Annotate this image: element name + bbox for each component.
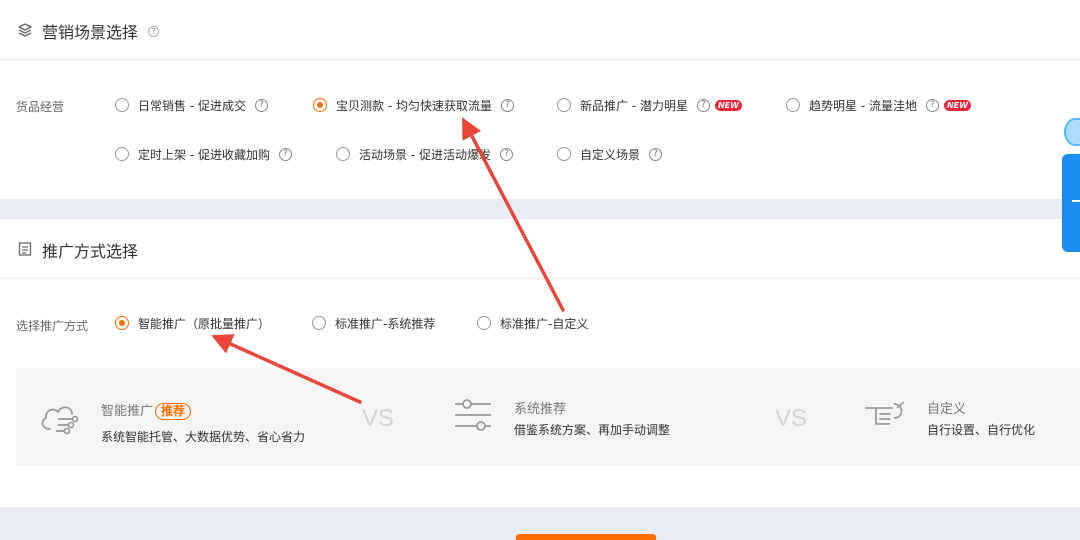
question-icon[interactable]: ? bbox=[696, 98, 710, 112]
scene-section-title: 营销场景选择 bbox=[42, 23, 139, 42]
document-icon bbox=[18, 242, 32, 256]
assistant-bubble-icon[interactable] bbox=[1064, 118, 1080, 146]
sliders-icon bbox=[455, 399, 491, 431]
scene-option-scheduled-launch[interactable]: 定时上架 - 促进收藏加购 ? bbox=[115, 144, 292, 164]
method-option-smart[interactable]: 智能推广（原批量推广） bbox=[115, 313, 270, 333]
method-section-header: 推广方式选择 bbox=[0, 219, 1080, 279]
scene-option-label: 定时上架 - 促进收藏加购 bbox=[138, 147, 270, 162]
scene-option-label: 新品推广 - 潜力明星 bbox=[580, 98, 688, 113]
custom-title: 自定义 bbox=[927, 402, 967, 417]
scene-option-daily-sales[interactable]: 日常销售 - 促进成交 ? bbox=[115, 95, 268, 115]
scene-option-label: 趋势明星 - 流量洼地 bbox=[809, 98, 917, 113]
radio-new-product[interactable] bbox=[557, 98, 571, 112]
layers-icon bbox=[18, 23, 32, 37]
smart-promo-title-text: 智能推广 bbox=[101, 404, 154, 419]
scene-section-header: 营销场景选择 ? bbox=[0, 0, 1080, 60]
scene-option-label: 自定义场景 bbox=[580, 147, 641, 162]
radio-item-test[interactable] bbox=[313, 98, 327, 112]
question-icon[interactable]: ? bbox=[925, 98, 939, 112]
scene-option-activity[interactable]: 活动场景 - 促进活动爆发 ? bbox=[336, 144, 513, 164]
goods-row-label: 货品经营 bbox=[16, 100, 65, 114]
method-section-title: 推广方式选择 bbox=[42, 242, 139, 261]
method-option-label: 标准推广-自定义 bbox=[500, 316, 589, 331]
smart-promo-desc: 系统智能托管、大数据优势、省心省力 bbox=[101, 430, 306, 444]
next-step-button[interactable] bbox=[516, 534, 656, 540]
scene-option-item-test[interactable]: 宝贝测款 - 均匀快速获取流量 ? bbox=[313, 95, 514, 115]
scene-section: 营销场景选择 ? 货品经营 日常销售 - 促进成交 ? 宝贝测款 - 均匀快速获… bbox=[0, 0, 1080, 199]
scene-option-trend-star[interactable]: 趋势明星 - 流量洼地 ? NEW bbox=[786, 95, 971, 115]
question-icon[interactable]: ? bbox=[278, 147, 292, 161]
question-icon[interactable]: ? bbox=[499, 147, 513, 161]
widget-divider bbox=[1072, 200, 1080, 202]
method-row-label: 选择推广方式 bbox=[16, 319, 89, 333]
scene-section-help-icon[interactable]: ? bbox=[148, 26, 159, 37]
radio-standard-system[interactable] bbox=[312, 316, 326, 330]
radio-activity[interactable] bbox=[336, 147, 350, 161]
scene-option-custom[interactable]: 自定义场景 ? bbox=[557, 144, 663, 164]
radio-trend-star[interactable] bbox=[786, 98, 800, 112]
new-badge: NEW bbox=[714, 99, 742, 111]
smart-promo-title: 智能推广 推荐 bbox=[101, 400, 192, 420]
recommend-badge: 推荐 bbox=[155, 403, 192, 420]
method-option-standard-system[interactable]: 标准推广-系统推荐 bbox=[312, 313, 435, 333]
new-badge: NEW bbox=[943, 99, 971, 111]
vs-label: VS bbox=[362, 405, 395, 432]
radio-custom-scene[interactable] bbox=[557, 147, 571, 161]
radio-smart[interactable] bbox=[115, 316, 129, 330]
scene-option-label: 活动场景 - 促进活动爆发 bbox=[359, 147, 491, 162]
method-comparison-panel: 智能推广 推荐 系统智能托管、大数据优势、省心省力 VS 系统推荐 借鉴系统方案、… bbox=[16, 368, 1080, 466]
radio-standard-custom[interactable] bbox=[477, 316, 491, 330]
method-option-label: 标准推广-系统推荐 bbox=[335, 316, 436, 331]
system-recommend-desc: 借鉴系统方案、再加手动调整 bbox=[514, 423, 671, 437]
method-option-standard-custom[interactable]: 标准推广-自定义 bbox=[477, 313, 588, 333]
method-option-label: 智能推广（原批量推广） bbox=[138, 316, 271, 331]
custom-desc: 自行设置、自行优化 bbox=[927, 423, 1036, 437]
radio-daily-sales[interactable] bbox=[115, 98, 129, 112]
question-icon[interactable]: ? bbox=[500, 98, 514, 112]
method-section: 推广方式选择 选择推广方式 智能推广（原批量推广） 标准推广-系统推荐 标准推广… bbox=[0, 219, 1080, 507]
cloud-circuit-icon bbox=[41, 406, 79, 435]
scene-option-label: 日常销售 - 促进成交 bbox=[138, 98, 246, 113]
question-icon[interactable]: ? bbox=[254, 98, 268, 112]
floating-side-widget[interactable] bbox=[1062, 154, 1080, 252]
system-recommend-title: 系统推荐 bbox=[514, 402, 567, 417]
question-icon[interactable]: ? bbox=[649, 147, 663, 161]
scene-option-label: 宝贝测款 - 均匀快速获取流量 bbox=[336, 98, 492, 113]
pointing-hand-icon bbox=[865, 401, 905, 425]
vs-label: VS bbox=[775, 405, 808, 432]
scene-option-new-product[interactable]: 新品推广 - 潜力明星 ? NEW bbox=[557, 95, 742, 115]
radio-scheduled-launch[interactable] bbox=[115, 147, 129, 161]
